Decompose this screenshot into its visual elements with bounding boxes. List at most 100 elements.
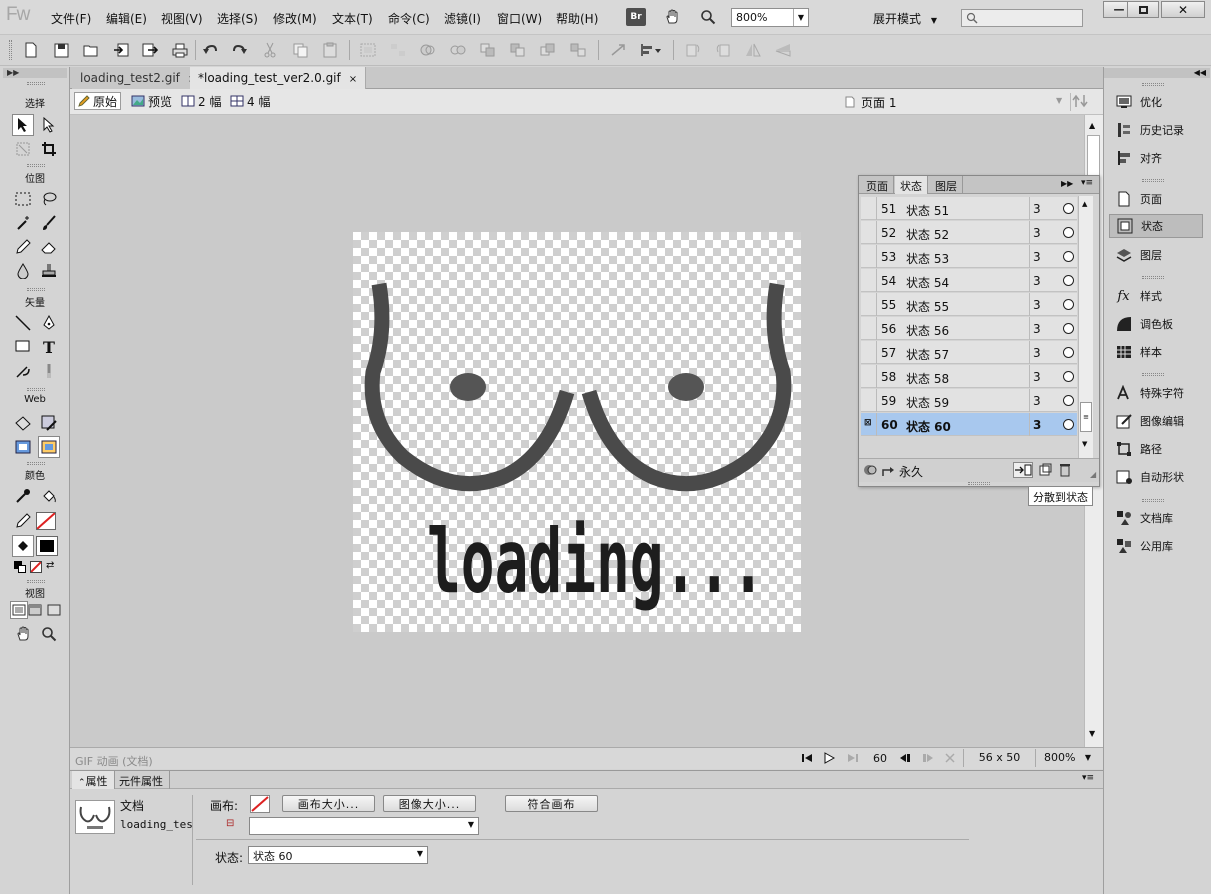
state-visibility-cell[interactable] <box>861 317 877 340</box>
rotate-ccw-icon[interactable] <box>684 41 702 59</box>
stroke-color-icon[interactable] <box>12 510 34 532</box>
states-scrollbar[interactable]: ▲ ≡ ▼ <box>1078 196 1093 458</box>
menu-edit[interactable]: 编辑(E) <box>106 10 147 27</box>
stop-icon[interactable] <box>943 751 957 765</box>
rubber-stamp-tool-icon[interactable] <box>38 260 60 282</box>
menu-filters[interactable]: 滤镜(I) <box>444 10 481 27</box>
subselection-tool-icon[interactable] <box>38 114 60 136</box>
pencil-tool-icon[interactable] <box>12 236 34 258</box>
state-row[interactable]: 58 状态 58 3 <box>861 365 1077 388</box>
split-icon[interactable] <box>449 41 467 59</box>
canvas-size-button[interactable]: 画布大小... <box>282 795 375 812</box>
onion-skin-icon[interactable] <box>863 463 877 477</box>
page-options-icon[interactable] <box>1070 93 1092 111</box>
knife-tool-icon[interactable] <box>38 360 60 382</box>
pen-tool-icon[interactable] <box>38 312 60 334</box>
lasso-tool-icon[interactable] <box>38 188 60 210</box>
fill-color-swatch[interactable] <box>36 536 58 556</box>
page-selector[interactable]: 页面 1 <box>845 92 1067 112</box>
menu-modify[interactable]: 修改(M) <box>273 10 317 27</box>
text-tool-icon[interactable]: T <box>38 336 60 358</box>
fullscreen-mode-icon[interactable] <box>45 601 63 619</box>
panel-optimize[interactable]: 优化 <box>1109 90 1203 114</box>
hotspot-tool-icon[interactable] <box>12 412 34 434</box>
tab-states[interactable]: 状态 <box>895 176 928 194</box>
panel-swatches-palette[interactable]: 调色板 <box>1109 312 1203 336</box>
panel-swatches[interactable]: 样本 <box>1109 340 1203 364</box>
panel-pages[interactable]: 页面 <box>1109 187 1203 211</box>
state-label[interactable]: 状态 56 <box>906 322 949 339</box>
paste-icon[interactable] <box>321 41 339 59</box>
close-tab-icon[interactable]: × <box>349 74 357 85</box>
eyedropper-tool-icon[interactable] <box>12 485 34 507</box>
state-row[interactable]: 52 状态 52 3 <box>861 221 1077 244</box>
state-visibility-cell[interactable] <box>861 221 877 244</box>
cut-icon[interactable] <box>261 41 279 59</box>
state-export-radio[interactable] <box>1063 371 1074 382</box>
state-visibility-cell[interactable] <box>861 269 877 292</box>
image-size-button[interactable]: 图像大小... <box>383 795 476 812</box>
fit-canvas-button[interactable]: 符合画布 <box>505 795 598 812</box>
panel-auto-shapes[interactable]: 自动形状 <box>1109 465 1203 489</box>
undo-icon[interactable] <box>201 41 219 59</box>
state-visibility-cell[interactable] <box>861 389 877 412</box>
first-frame-icon[interactable] <box>800 751 814 765</box>
copy-icon[interactable] <box>291 41 309 59</box>
state-label[interactable]: 状态 54 <box>906 274 949 291</box>
tab-layers[interactable]: 图层 <box>930 176 963 194</box>
paint-bucket-tool-icon[interactable] <box>38 485 60 507</box>
join-icon[interactable] <box>419 41 437 59</box>
state-row[interactable]: 59 状态 59 3 <box>861 389 1077 412</box>
state-label[interactable]: 状态 55 <box>906 298 949 315</box>
state-export-radio[interactable] <box>1063 419 1074 430</box>
zoom-icon[interactable] <box>697 6 719 28</box>
state-row[interactable]: 53 状态 53 3 <box>861 245 1077 268</box>
state-row[interactable]: 57 状态 57 3 <box>861 341 1077 364</box>
state-export-radio[interactable] <box>1063 203 1074 214</box>
menu-view[interactable]: 视图(V) <box>161 10 203 27</box>
panel-states[interactable]: 状态 <box>1109 214 1203 238</box>
menu-file[interactable]: 文件(F) <box>51 10 91 27</box>
new-state-icon[interactable] <box>1038 463 1052 477</box>
panel-history[interactable]: 历史记录 <box>1109 118 1203 142</box>
state-select[interactable]: 状态 60 ▼ <box>248 846 428 864</box>
bring-forward-icon[interactable] <box>509 41 527 59</box>
bridge-button[interactable]: Br <box>626 8 646 26</box>
save-icon[interactable] <box>52 41 70 59</box>
state-visibility-cell[interactable] <box>861 245 877 268</box>
brush-tool-icon[interactable] <box>38 212 60 234</box>
menu-help[interactable]: 帮助(H) <box>556 10 598 27</box>
view-original-button[interactable]: 原始 <box>74 92 122 110</box>
state-row[interactable]: ⊠ 60 状态 60 3 <box>861 413 1077 436</box>
arrange-icon[interactable] <box>609 41 627 59</box>
tab-loading-test2[interactable]: loading_test2.gif× <box>72 67 206 89</box>
rectangle-tool-icon[interactable] <box>12 336 34 358</box>
collapse-tools-icon[interactable]: ▶▶ <box>3 68 67 78</box>
flip-horizontal-icon[interactable] <box>744 41 762 59</box>
state-row[interactable]: 51 状态 51 3 <box>861 197 1077 220</box>
canvas-color-swatch[interactable] <box>250 795 270 813</box>
panel-align[interactable]: 对齐 <box>1109 146 1203 170</box>
search-input[interactable] <box>961 9 1083 27</box>
state-label[interactable]: 状态 57 <box>906 346 949 363</box>
play-icon[interactable] <box>822 751 836 765</box>
tab-symbol-properties[interactable]: 元件属性 <box>113 771 170 789</box>
eraser-tool-icon[interactable] <box>38 236 60 258</box>
export-icon[interactable] <box>141 41 159 59</box>
trash-icon[interactable] <box>1059 463 1071 477</box>
send-to-back-icon[interactable] <box>569 41 587 59</box>
view-preview-button[interactable]: 预览 <box>128 92 175 110</box>
last-frame-icon[interactable] <box>846 751 860 765</box>
fullscreen-menu-mode-icon[interactable] <box>26 601 44 619</box>
panel-styles[interactable]: fx 样式 <box>1109 284 1203 308</box>
hide-slices-icon[interactable] <box>12 436 34 458</box>
magic-wand-tool-icon[interactable] <box>12 212 34 234</box>
resize-grip-icon[interactable]: ◢ <box>1090 470 1096 479</box>
view-4up-button[interactable]: 4 幅 <box>227 92 273 110</box>
panel-image-editing[interactable]: 图像编辑 <box>1109 409 1203 433</box>
state-export-radio[interactable] <box>1063 251 1074 262</box>
state-label[interactable]: 状态 60 <box>906 418 951 435</box>
menu-select[interactable]: 选择(S) <box>217 10 258 27</box>
stroke-color-swatch[interactable] <box>36 512 56 530</box>
state-export-radio[interactable] <box>1063 347 1074 358</box>
